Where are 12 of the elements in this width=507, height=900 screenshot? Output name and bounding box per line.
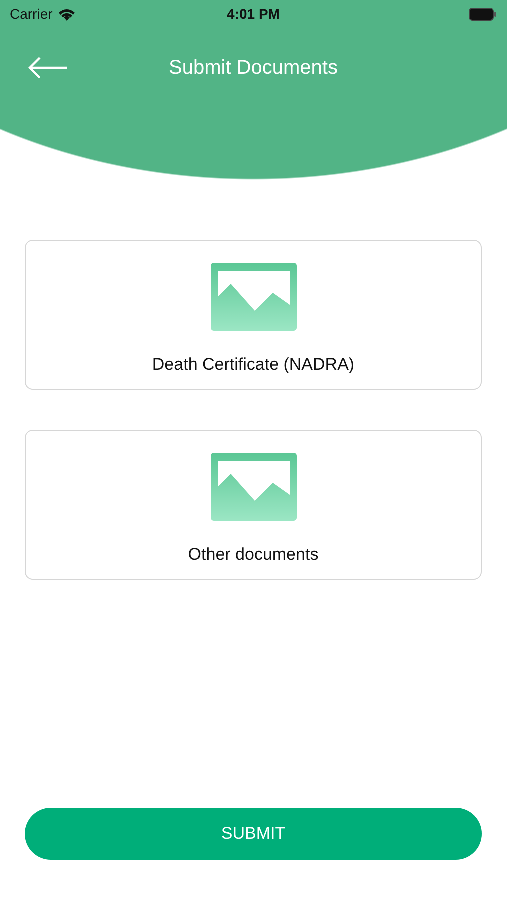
document-label: Other documents bbox=[188, 545, 319, 565]
document-upload-card[interactable]: Other documents bbox=[25, 430, 482, 580]
page-title: Submit Documents bbox=[169, 56, 338, 80]
wifi-icon bbox=[58, 8, 76, 20]
image-icon bbox=[210, 453, 296, 521]
battery-icon bbox=[469, 8, 497, 20]
back-button[interactable] bbox=[28, 56, 68, 80]
carrier-label: Carrier bbox=[10, 6, 53, 22]
document-upload-card[interactable]: Death Certificate (NADRA) bbox=[25, 240, 482, 390]
status-time: 4:01 PM bbox=[227, 6, 280, 22]
image-icon bbox=[210, 263, 296, 331]
document-label: Death Certificate (NADRA) bbox=[152, 355, 355, 375]
